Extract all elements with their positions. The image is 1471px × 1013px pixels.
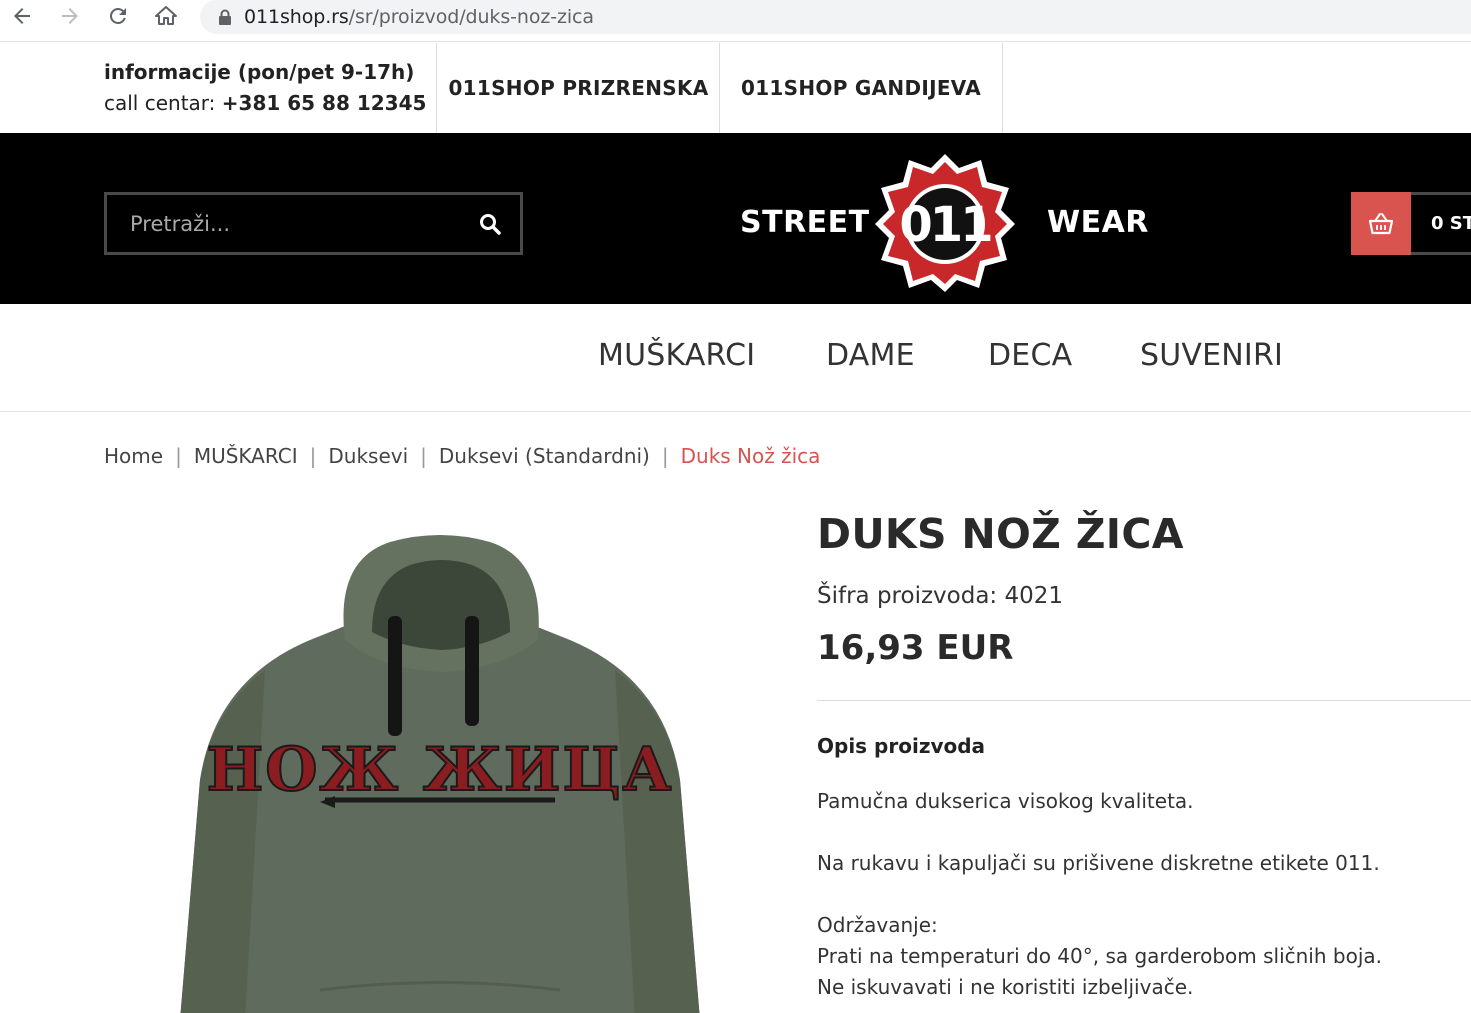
- shop-link-prizrenska[interactable]: 011SHOP PRIZRENSKA: [436, 43, 720, 133]
- nav-item-dame[interactable]: DAME: [826, 338, 915, 373]
- breadcrumb-separator: |: [175, 444, 182, 468]
- info-bar: informacije (pon/pet 9-17h) call centar:…: [0, 43, 1471, 133]
- search-icon[interactable]: [478, 212, 502, 236]
- shop-link-gandijeva[interactable]: 011SHOP GANDIJEVA: [719, 43, 1003, 133]
- product-price: 16,93 EUR: [817, 628, 1014, 668]
- brand-wear: WEAR: [1047, 205, 1149, 240]
- hoodie-print-text: НОЖ ЖИЦА: [207, 735, 674, 805]
- breadcrumb-home[interactable]: Home: [104, 444, 163, 468]
- url-text: 011shop.rs/sr/proizvod/duks-noz-zica: [244, 6, 594, 28]
- cart-count[interactable]: 0 STAVKI: [1411, 192, 1471, 255]
- main-navigation: MUŠKARCI DAME DECA SUVENIRI: [0, 304, 1471, 412]
- divider: [817, 700, 1471, 701]
- forward-icon[interactable]: [50, 0, 90, 32]
- description-title: Opis proizvoda: [817, 734, 986, 758]
- product-sku: Šifra proizvoda: 4021: [817, 583, 1064, 609]
- product-title: DUKS NOŽ ŽICA: [817, 510, 1184, 558]
- description-line: Prati na temperaturi do 40°, sa garderob…: [817, 944, 1382, 968]
- address-bar[interactable]: 011shop.rs/sr/proizvod/duks-noz-zica: [200, 0, 1471, 34]
- site-header: STREET 011 WEAR 0 STAVKI: [0, 133, 1471, 304]
- brand-street: STREET: [740, 205, 870, 240]
- home-icon[interactable]: [146, 0, 186, 32]
- breadcrumb-duksevi-standardni[interactable]: Duksevi (Standardni): [439, 444, 650, 468]
- description-line: Održavanje:: [817, 913, 938, 937]
- logo-011[interactable]: 011: [874, 151, 1016, 293]
- lock-icon: [219, 9, 231, 25]
- breadcrumb: Home | MUŠKARCI | Duksevi | Duksevi (Standardn…: [104, 444, 820, 468]
- search-box: [104, 192, 523, 255]
- description-line: Pamučna dukserica visokog kvaliteta.: [817, 789, 1194, 813]
- reload-icon[interactable]: [98, 0, 138, 32]
- breadcrumb-separator: |: [309, 444, 317, 468]
- call-number[interactable]: +381 65 88 12345: [222, 91, 427, 115]
- basket-icon: [1368, 212, 1394, 234]
- breadcrumb-muskarci[interactable]: MUŠKARCI: [194, 444, 298, 468]
- nav-item-deca[interactable]: DECA: [988, 338, 1072, 373]
- breadcrumb-separator: |: [420, 444, 427, 468]
- breadcrumb-duksevi[interactable]: Duksevi: [328, 444, 408, 468]
- breadcrumb-separator: |: [661, 444, 669, 468]
- call-center: call centar: +381 65 88 12345: [104, 91, 427, 115]
- nav-item-muskarci[interactable]: MUŠKARCI: [598, 338, 755, 373]
- back-icon[interactable]: [2, 0, 42, 32]
- info-title: informacije (pon/pet 9-17h): [104, 60, 415, 84]
- logo-text: 011: [899, 197, 991, 253]
- description-line: Ne iskuvavati i ne koristiti izbeljivače…: [817, 975, 1194, 999]
- contact-info: informacije (pon/pet 9-17h) call centar:…: [104, 57, 426, 119]
- product-image[interactable]: НОЖ ЖИЦА: [160, 520, 720, 1013]
- search-input[interactable]: [107, 195, 467, 252]
- cart-button[interactable]: [1351, 192, 1411, 255]
- description-line: Na rukavu i kapuljači su prišivene diskr…: [817, 851, 1380, 875]
- nav-item-suveniri[interactable]: SUVENIRI: [1140, 338, 1283, 373]
- breadcrumb-current: Duks Nož žica: [680, 444, 821, 468]
- browser-toolbar: 011shop.rs/sr/proizvod/duks-noz-zica: [0, 0, 1471, 42]
